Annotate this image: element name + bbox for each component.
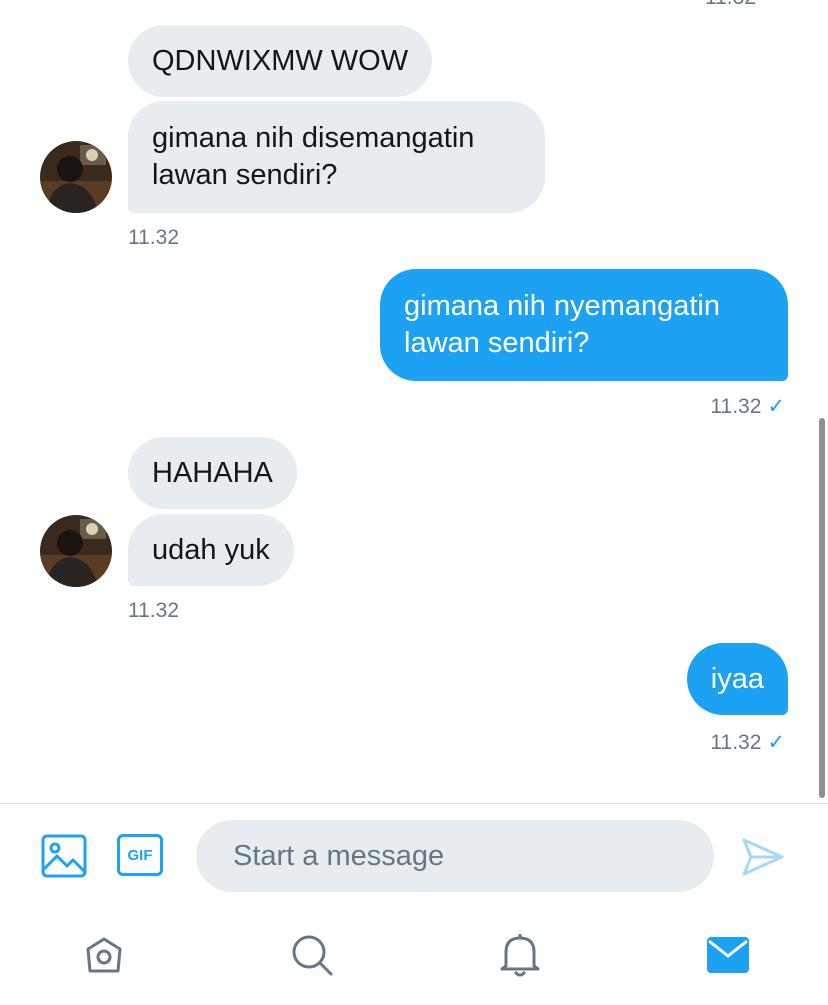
scrollbar[interactable]	[819, 418, 825, 798]
message-timestamp: 11.32	[128, 226, 179, 249]
message-bubble-incoming[interactable]: gimana nih disemangatin lawan sendiri?	[128, 101, 545, 213]
sent-check-icon: ✓	[767, 731, 785, 754]
message-timestamp: 11.32	[128, 599, 179, 622]
message-text-line: gimana nih nyemangatin	[404, 290, 720, 322]
messages-icon[interactable]	[704, 931, 752, 979]
message-timestamp: 11.32	[705, 0, 756, 10]
message-timestamp: 11.32 ✓	[710, 730, 785, 755]
avatar[interactable]	[40, 515, 112, 587]
image-icon[interactable]	[40, 832, 88, 880]
message-input[interactable]: Start a message	[196, 820, 714, 892]
gif-label: GIF	[127, 846, 153, 864]
message-composer: GIF Start a message	[0, 803, 828, 903]
notifications-icon[interactable]	[496, 931, 544, 979]
message-timestamp: 11.32 ✓	[710, 394, 785, 419]
message-bubble-outgoing[interactable]: iyaa	[686, 643, 788, 715]
message-text-line: lawan sendiri?	[404, 327, 590, 359]
gif-icon[interactable]: GIF	[116, 832, 164, 878]
message-bubble-outgoing[interactable]: gimana nih nyemangatin lawan sendiri?	[380, 269, 788, 381]
message-text: udah yuk	[152, 533, 270, 566]
search-icon[interactable]	[288, 931, 336, 979]
conversation-area: 11.32 QDNWIXMW WOW gimana nih disemangat…	[0, 0, 828, 803]
message-input-placeholder: Start a message	[233, 839, 445, 872]
send-icon[interactable]	[740, 834, 786, 880]
message-text: HAHAHA	[152, 456, 273, 489]
message-bubble-incoming[interactable]: QDNWIXMW WOW	[128, 25, 433, 97]
home-icon[interactable]	[80, 931, 128, 979]
bottom-tab-bar	[0, 903, 828, 1005]
avatar[interactable]	[40, 141, 112, 213]
sent-check-icon: ✓	[767, 395, 785, 418]
message-text: iyaa	[710, 662, 764, 695]
message-bubble-incoming[interactable]: HAHAHA	[128, 437, 297, 509]
timestamp-text: 11.32	[710, 395, 762, 418]
timestamp-text: 11.32	[710, 731, 762, 754]
message-text-line: lawan sendiri?	[152, 159, 338, 191]
message-text: QDNWIXMW WOW	[152, 44, 409, 77]
message-text-line: gimana nih disemangatin	[152, 122, 475, 154]
message-bubble-incoming[interactable]: udah yuk	[128, 514, 294, 586]
